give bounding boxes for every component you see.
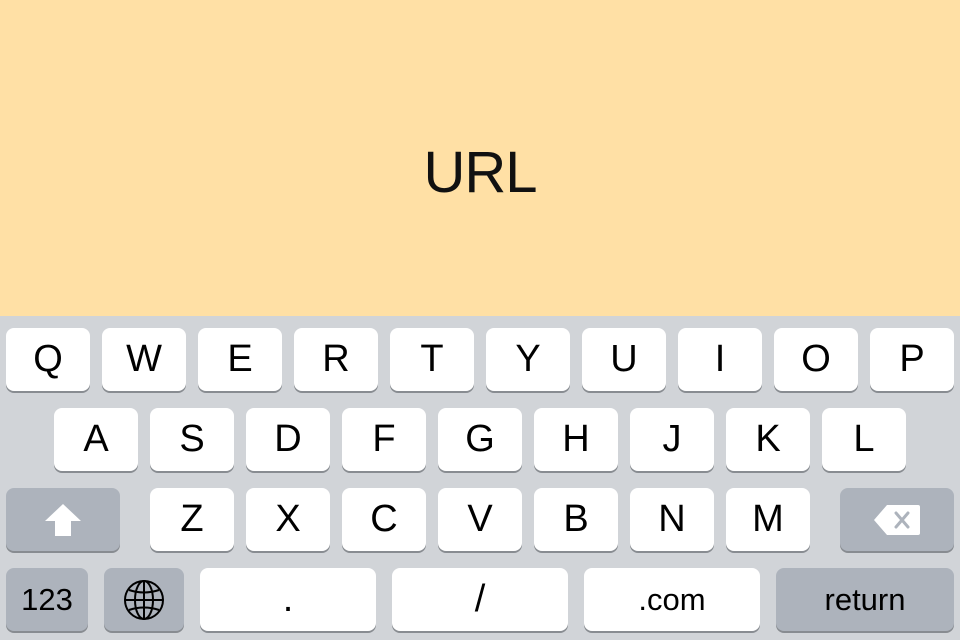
- key-f[interactable]: F: [342, 408, 426, 471]
- key-a[interactable]: A: [54, 408, 138, 471]
- key-g[interactable]: G: [438, 408, 522, 471]
- shift-key[interactable]: [6, 488, 120, 551]
- screen: URL Q W E R T Y U I O P A S D F G H J K …: [0, 0, 960, 640]
- key-l[interactable]: L: [822, 408, 906, 471]
- globe-key[interactable]: [104, 568, 184, 631]
- key-r[interactable]: R: [294, 328, 378, 391]
- key-t[interactable]: T: [390, 328, 474, 391]
- globe-icon: [123, 579, 165, 621]
- key-m[interactable]: M: [726, 488, 810, 551]
- period-key[interactable]: .: [200, 568, 376, 631]
- key-z[interactable]: Z: [150, 488, 234, 551]
- dotcom-key[interactable]: .com: [584, 568, 760, 631]
- key-e[interactable]: E: [198, 328, 282, 391]
- key-v[interactable]: V: [438, 488, 522, 551]
- key-n[interactable]: N: [630, 488, 714, 551]
- key-d[interactable]: D: [246, 408, 330, 471]
- delete-key[interactable]: [840, 488, 954, 551]
- shift-arrow-icon: [44, 503, 82, 537]
- key-o[interactable]: O: [774, 328, 858, 391]
- return-key[interactable]: return: [776, 568, 954, 631]
- key-k[interactable]: K: [726, 408, 810, 471]
- key-p[interactable]: P: [870, 328, 954, 391]
- keyboard: Q W E R T Y U I O P A S D F G H J K L Z …: [0, 316, 960, 640]
- key-u[interactable]: U: [582, 328, 666, 391]
- display-title: URL: [423, 139, 537, 205]
- key-b[interactable]: B: [534, 488, 618, 551]
- key-i[interactable]: I: [678, 328, 762, 391]
- key-s[interactable]: S: [150, 408, 234, 471]
- backspace-icon: [873, 504, 921, 536]
- numbers-key[interactable]: 123: [6, 568, 88, 631]
- key-y[interactable]: Y: [486, 328, 570, 391]
- key-w[interactable]: W: [102, 328, 186, 391]
- key-h[interactable]: H: [534, 408, 618, 471]
- key-j[interactable]: J: [630, 408, 714, 471]
- slash-key[interactable]: /: [392, 568, 568, 631]
- key-c[interactable]: C: [342, 488, 426, 551]
- key-q[interactable]: Q: [6, 328, 90, 391]
- url-display-area: URL: [0, 0, 960, 316]
- key-x[interactable]: X: [246, 488, 330, 551]
